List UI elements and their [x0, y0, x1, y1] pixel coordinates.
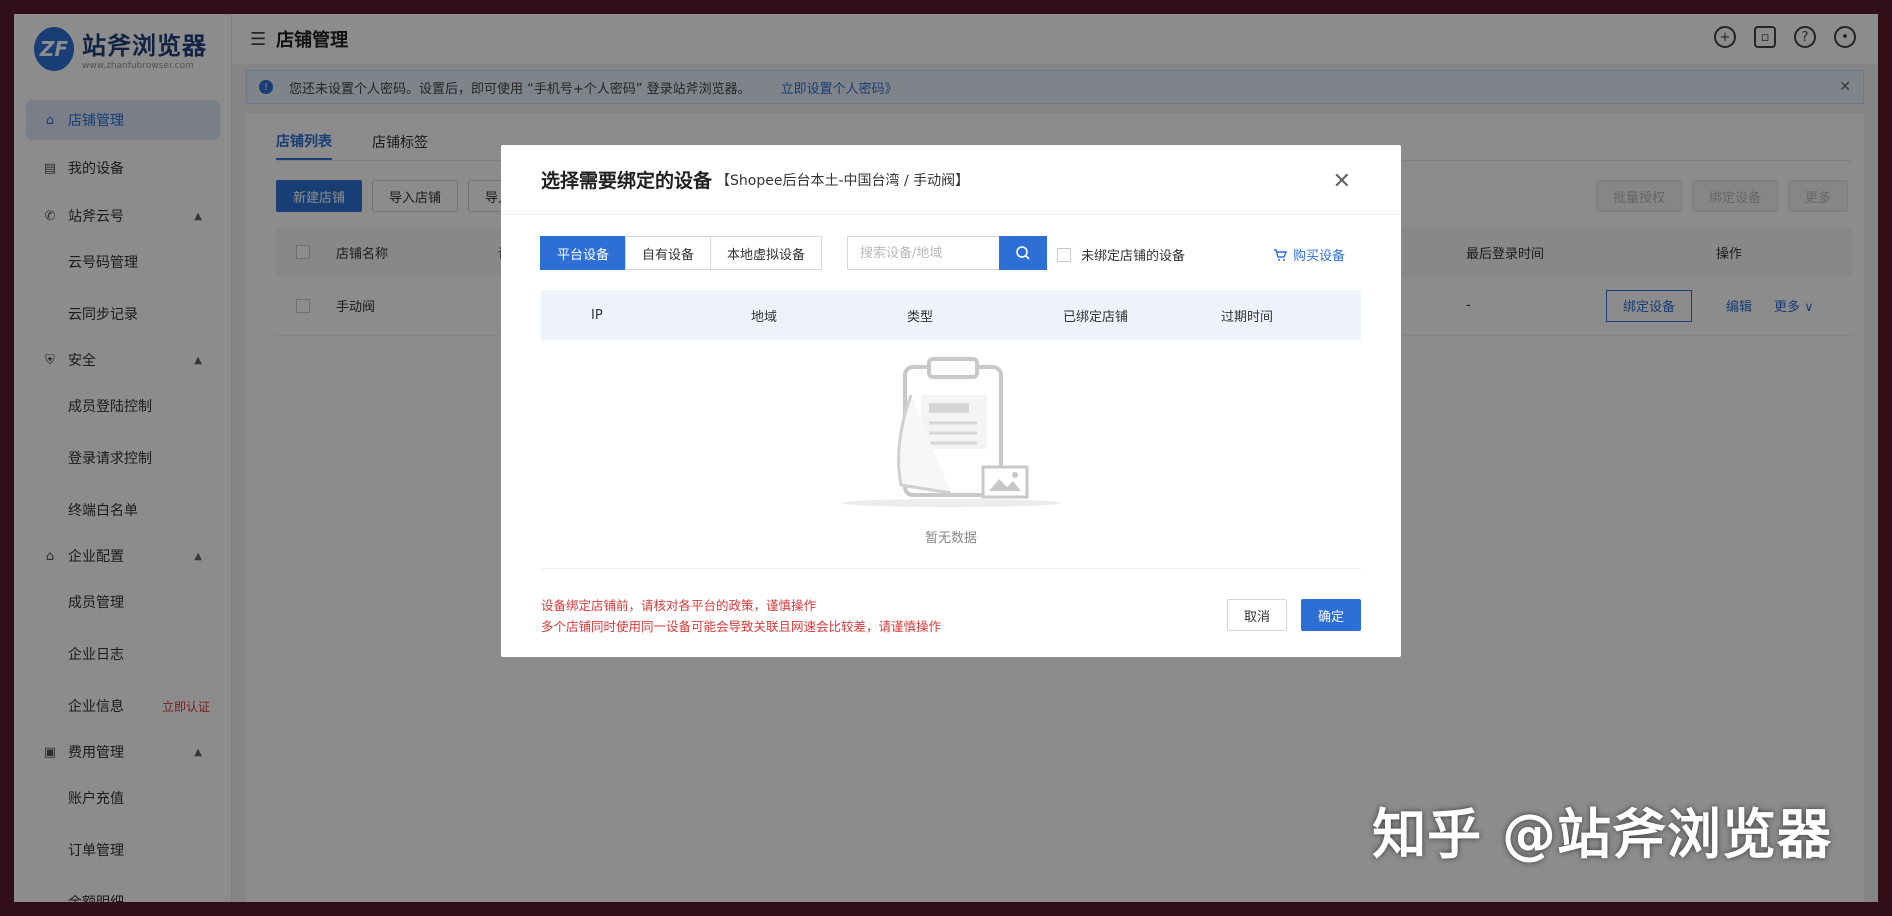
empty-text: 暂无数据 [924, 531, 977, 546]
unbound-filter[interactable]: 未绑定店铺的设备 [1057, 245, 1185, 264]
unbound-filter-label: 未绑定店铺的设备 [1081, 249, 1186, 264]
col-bound-store: 已绑定店铺 [1063, 309, 1129, 325]
tab-own-devices[interactable]: 自有设备 [625, 236, 712, 270]
dialog-header: 选择需要绑定的设备 【Shopee后台本土-中国台湾 / 手动阀】 [501, 145, 1401, 215]
close-icon[interactable]: ✕ [1333, 169, 1351, 194]
device-table-header: IP 地域 类型 已绑定店铺 过期时间 [541, 290, 1361, 340]
tab-local-virtual-devices[interactable]: 本地虚拟设备 [710, 236, 823, 270]
col-type: 类型 [907, 309, 934, 325]
col-expiry: 过期时间 [1221, 309, 1274, 325]
dialog-title: 选择需要绑定的设备 [541, 170, 713, 192]
buy-device-link[interactable]: 购买设备 [1273, 245, 1345, 264]
confirm-button[interactable]: 确定 [1300, 599, 1361, 631]
col-region: 地域 [751, 309, 778, 325]
empty-clipboard-icon [841, 357, 1061, 507]
device-type-segments: 平台设备 自有设备 本地虚拟设备 [540, 236, 823, 270]
device-search [847, 236, 1047, 270]
cart-icon [1273, 248, 1287, 261]
tab-platform-devices[interactable]: 平台设备 [540, 236, 627, 270]
search-input[interactable] [848, 237, 998, 269]
bind-device-dialog: 选择需要绑定的设备 【Shopee后台本土-中国台湾 / 手动阀】 ✕ 平台设备… [501, 145, 1401, 657]
dialog-actions: 取消 确定 [1226, 599, 1361, 631]
warning-text: 设备绑定店铺前，请核对各平台的政策，谨慎操作 多个店铺同时使用同一设备可能会导致… [541, 595, 941, 637]
search-button[interactable] [999, 236, 1047, 270]
cancel-button[interactable]: 取消 [1226, 599, 1287, 631]
unbound-checkbox[interactable] [1057, 247, 1071, 262]
search-icon [1016, 246, 1030, 260]
dialog-divider [541, 568, 1361, 569]
empty-state: 暂无数据 [801, 355, 1101, 555]
col-ip: IP [591, 307, 603, 323]
warning-line-2: 多个店铺同时使用同一设备可能会导致关联且网速会比较差，请谨慎操作 [541, 619, 942, 634]
watermark: 知乎 @站斧浏览器 [1372, 803, 1832, 866]
warning-line-1: 设备绑定店铺前，请核对各平台的政策，谨慎操作 [541, 598, 817, 613]
dialog-subtitle: 【Shopee后台本土-中国台湾 / 手动阀】 [716, 172, 970, 189]
